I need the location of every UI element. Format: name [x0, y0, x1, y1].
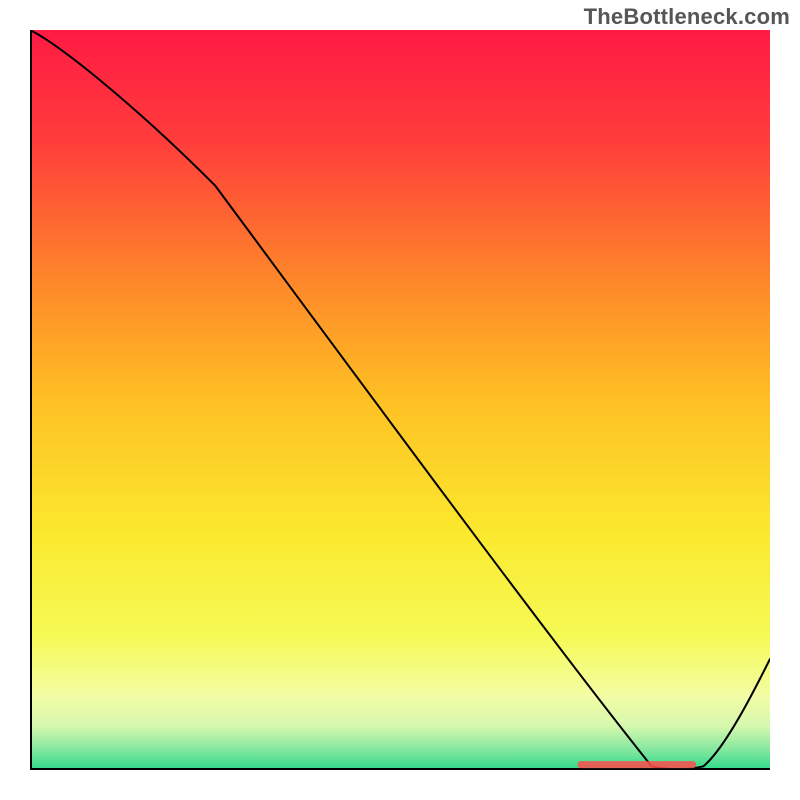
chart-frame: TheBottleneck.com	[0, 0, 800, 800]
marker-band	[578, 761, 696, 768]
watermark-text: TheBottleneck.com	[584, 4, 790, 30]
gradient-background	[30, 30, 770, 770]
plot-area	[30, 30, 770, 770]
chart-svg	[30, 30, 770, 770]
